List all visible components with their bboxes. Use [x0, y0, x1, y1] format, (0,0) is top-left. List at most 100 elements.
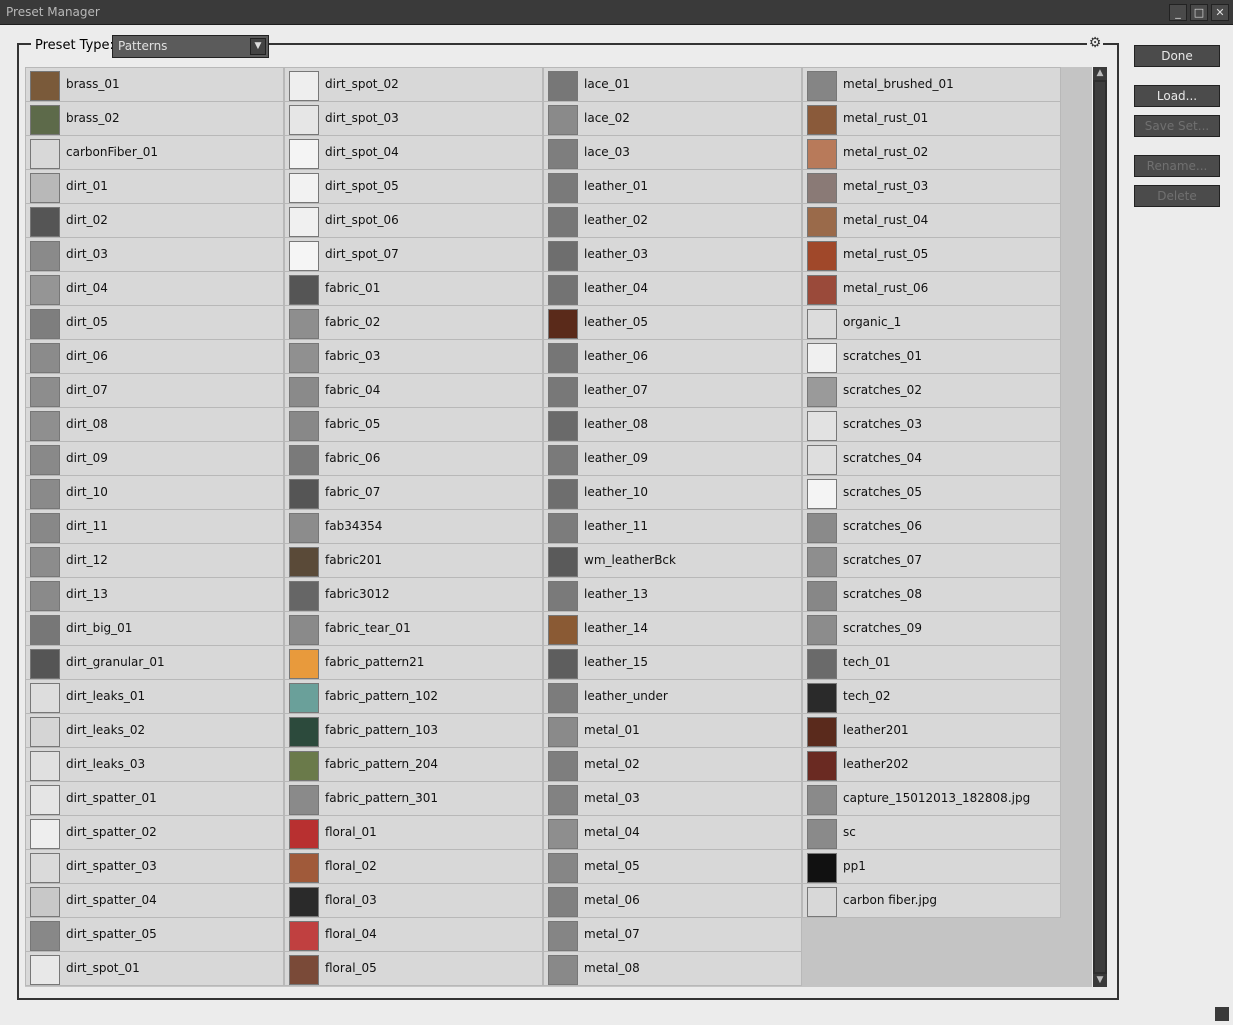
preset-item[interactable]: scratches_01 — [802, 340, 1061, 374]
preset-item[interactable]: dirt_leaks_01 — [25, 680, 284, 714]
save-set-button[interactable]: Save Set... — [1134, 115, 1220, 137]
preset-item[interactable]: fabric_pattern_204 — [284, 748, 543, 782]
preset-item[interactable]: metal_04 — [543, 816, 802, 850]
preset-item[interactable]: metal_01 — [543, 714, 802, 748]
resize-grip[interactable] — [1215, 1007, 1229, 1021]
preset-item[interactable]: leather_10 — [543, 476, 802, 510]
done-button[interactable]: Done — [1134, 45, 1220, 67]
preset-item[interactable]: carbon fiber.jpg — [802, 884, 1061, 918]
preset-item[interactable]: leather_07 — [543, 374, 802, 408]
preset-item[interactable]: dirt_09 — [25, 442, 284, 476]
preset-item[interactable]: fabric_04 — [284, 374, 543, 408]
preset-item[interactable]: dirt_spot_03 — [284, 102, 543, 136]
preset-item[interactable]: leather202 — [802, 748, 1061, 782]
load-button[interactable]: Load... — [1134, 85, 1220, 107]
preset-item[interactable]: fabric201 — [284, 544, 543, 578]
preset-item[interactable]: tech_01 — [802, 646, 1061, 680]
rename-button[interactable]: Rename... — [1134, 155, 1220, 177]
preset-item[interactable]: dirt_granular_01 — [25, 646, 284, 680]
preset-item[interactable]: fabric3012 — [284, 578, 543, 612]
preset-item[interactable]: wm_leatherBck — [543, 544, 802, 578]
preset-item[interactable]: metal_rust_03 — [802, 170, 1061, 204]
preset-item[interactable]: dirt_leaks_03 — [25, 748, 284, 782]
preset-item[interactable]: dirt_02 — [25, 204, 284, 238]
preset-item[interactable]: dirt_04 — [25, 272, 284, 306]
preset-item[interactable]: fabric_pattern_301 — [284, 782, 543, 816]
preset-item[interactable]: scratches_07 — [802, 544, 1061, 578]
preset-item[interactable]: floral_03 — [284, 884, 543, 918]
preset-item[interactable]: leather_15 — [543, 646, 802, 680]
preset-item[interactable]: leather_08 — [543, 408, 802, 442]
scroll-up-icon[interactable]: ▲ — [1093, 67, 1107, 80]
preset-item[interactable]: sc — [802, 816, 1061, 850]
preset-item[interactable]: metal_rust_04 — [802, 204, 1061, 238]
preset-item[interactable]: dirt_05 — [25, 306, 284, 340]
preset-item[interactable]: dirt_spatter_03 — [25, 850, 284, 884]
preset-item[interactable]: metal_07 — [543, 918, 802, 952]
vertical-scrollbar[interactable]: ▲ ▼ — [1093, 67, 1107, 987]
preset-item[interactable]: dirt_08 — [25, 408, 284, 442]
preset-item[interactable]: scratches_06 — [802, 510, 1061, 544]
preset-item[interactable]: dirt_06 — [25, 340, 284, 374]
close-button[interactable]: ✕ — [1211, 4, 1229, 21]
preset-item[interactable]: leather_03 — [543, 238, 802, 272]
preset-item[interactable]: capture_15012013_182808.jpg — [802, 782, 1061, 816]
preset-item[interactable]: leather_06 — [543, 340, 802, 374]
preset-item[interactable]: dirt_spatter_02 — [25, 816, 284, 850]
preset-item[interactable]: fab34354 — [284, 510, 543, 544]
preset-item[interactable]: fabric_pattern21 — [284, 646, 543, 680]
preset-item[interactable]: dirt_spot_06 — [284, 204, 543, 238]
preset-item[interactable]: dirt_10 — [25, 476, 284, 510]
preset-item[interactable]: scratches_09 — [802, 612, 1061, 646]
preset-item[interactable]: leather_under — [543, 680, 802, 714]
preset-item[interactable]: lace_03 — [543, 136, 802, 170]
preset-item[interactable]: leather_11 — [543, 510, 802, 544]
minimize-button[interactable]: _ — [1169, 4, 1187, 21]
chevron-down-icon[interactable]: ▼ — [250, 38, 266, 55]
scroll-down-icon[interactable]: ▼ — [1093, 974, 1107, 987]
preset-item[interactable]: fabric_pattern_102 — [284, 680, 543, 714]
preset-item[interactable]: floral_01 — [284, 816, 543, 850]
preset-item[interactable]: scratches_05 — [802, 476, 1061, 510]
preset-item[interactable]: dirt_03 — [25, 238, 284, 272]
preset-type-select[interactable]: Patterns ▼ — [112, 35, 269, 58]
preset-item[interactable]: dirt_spot_04 — [284, 136, 543, 170]
preset-item[interactable]: fabric_06 — [284, 442, 543, 476]
preset-item[interactable]: carbonFiber_01 — [25, 136, 284, 170]
preset-item[interactable]: leather_09 — [543, 442, 802, 476]
preset-item[interactable]: metal_rust_02 — [802, 136, 1061, 170]
preset-item[interactable]: metal_02 — [543, 748, 802, 782]
preset-item[interactable]: leather_01 — [543, 170, 802, 204]
scroll-thumb[interactable] — [1095, 82, 1105, 972]
gear-icon[interactable]: ⚙ — [1087, 35, 1103, 51]
preset-item[interactable]: scratches_04 — [802, 442, 1061, 476]
preset-item[interactable]: metal_05 — [543, 850, 802, 884]
preset-item[interactable]: lace_01 — [543, 67, 802, 102]
preset-item[interactable]: fabric_03 — [284, 340, 543, 374]
preset-item[interactable]: dirt_spot_05 — [284, 170, 543, 204]
preset-item[interactable]: scratches_08 — [802, 578, 1061, 612]
preset-item[interactable]: brass_01 — [25, 67, 284, 102]
delete-button[interactable]: Delete — [1134, 185, 1220, 207]
preset-item[interactable]: scratches_03 — [802, 408, 1061, 442]
preset-item[interactable]: fabric_01 — [284, 272, 543, 306]
preset-item[interactable]: leather_14 — [543, 612, 802, 646]
preset-item[interactable]: metal_rust_06 — [802, 272, 1061, 306]
preset-item[interactable]: dirt_01 — [25, 170, 284, 204]
preset-item[interactable]: metal_rust_01 — [802, 102, 1061, 136]
preset-item[interactable]: leather_04 — [543, 272, 802, 306]
preset-item[interactable]: dirt_spatter_01 — [25, 782, 284, 816]
preset-item[interactable]: fabric_pattern_103 — [284, 714, 543, 748]
preset-item[interactable]: fabric_02 — [284, 306, 543, 340]
preset-item[interactable]: dirt_spatter_05 — [25, 918, 284, 952]
preset-item[interactable]: tech_02 — [802, 680, 1061, 714]
preset-item[interactable]: dirt_07 — [25, 374, 284, 408]
preset-item[interactable]: dirt_11 — [25, 510, 284, 544]
preset-item[interactable]: dirt_leaks_02 — [25, 714, 284, 748]
preset-item[interactable]: floral_04 — [284, 918, 543, 952]
preset-item[interactable]: floral_05 — [284, 952, 543, 986]
preset-item[interactable]: brass_02 — [25, 102, 284, 136]
preset-item[interactable]: metal_08 — [543, 952, 802, 986]
preset-item[interactable]: metal_06 — [543, 884, 802, 918]
preset-item[interactable]: organic_1 — [802, 306, 1061, 340]
